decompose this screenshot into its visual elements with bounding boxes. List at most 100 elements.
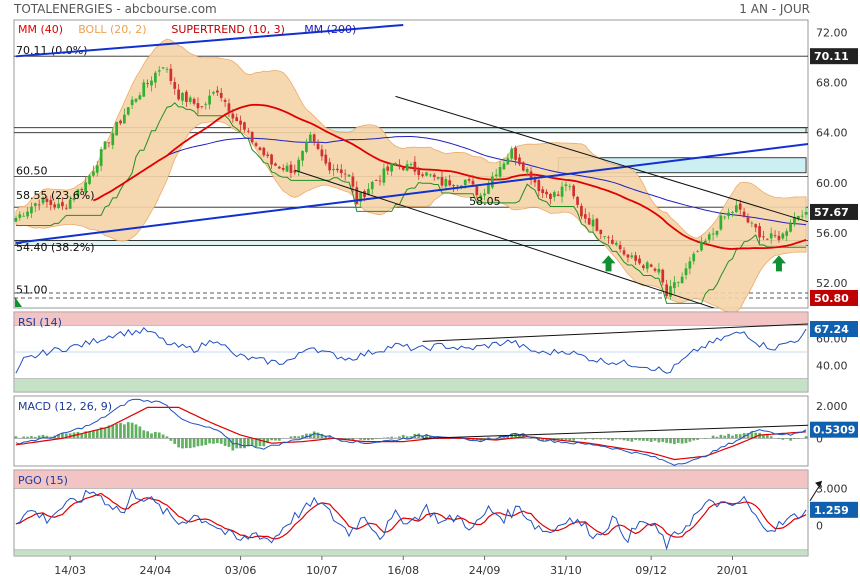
macd-hist-bar xyxy=(169,438,173,441)
candle-body xyxy=(33,203,37,206)
candle-body xyxy=(572,185,576,197)
macd-hist-bar xyxy=(119,422,122,439)
candle-body xyxy=(425,172,428,176)
candle-body xyxy=(119,120,122,124)
level-annotation: 54.40 (38.2%) xyxy=(16,241,95,254)
candle-body xyxy=(773,235,777,237)
candle-body xyxy=(281,168,285,170)
x-tick-label: 14/03 xyxy=(54,564,86,577)
candle-body xyxy=(138,95,142,100)
candle-body xyxy=(475,186,479,196)
candle-body xyxy=(456,185,459,187)
candle-body xyxy=(26,211,29,217)
candle-body xyxy=(308,134,312,142)
candle-body xyxy=(14,217,18,222)
candle-body xyxy=(568,186,572,188)
macd-badge-label: 0.5309 xyxy=(813,424,855,437)
macd-hist-bar xyxy=(568,438,572,441)
candle-body xyxy=(99,149,103,166)
macd-hist-bar xyxy=(188,438,192,449)
candle-body xyxy=(336,168,339,171)
candle-body xyxy=(378,180,382,182)
instrument-name: TOTALENERGIES xyxy=(14,2,113,16)
level-annotation: 58.05 xyxy=(469,195,501,208)
candle-body xyxy=(88,175,91,184)
macd-hist-bar xyxy=(185,438,188,449)
candle-body xyxy=(688,261,692,269)
candle-body xyxy=(370,181,374,190)
macd-hist-bar xyxy=(215,438,219,444)
candle-body xyxy=(339,169,343,174)
candle-body xyxy=(53,204,57,208)
candle-body xyxy=(123,114,126,124)
macd-hist-bar xyxy=(204,438,208,446)
candle-body xyxy=(57,203,60,209)
period-label: 1 AN - JOUR xyxy=(739,2,810,16)
macd-hist-bar xyxy=(111,424,115,439)
level-annotation: 60.50 xyxy=(16,165,48,178)
price-y-tick: 52.00 xyxy=(816,277,848,290)
macd-hist-bar xyxy=(293,436,297,439)
macd-hist-bar xyxy=(88,431,91,439)
candle-body xyxy=(510,148,514,159)
macd-hist-bar xyxy=(727,433,730,439)
macd-hist-bar xyxy=(645,438,649,441)
macd-hist-bar xyxy=(711,435,715,439)
candle-body xyxy=(192,98,196,104)
macd-hist-bar xyxy=(123,424,126,439)
macd-hist-bar xyxy=(126,422,130,439)
candle-body xyxy=(653,268,657,271)
candle-body xyxy=(243,122,246,130)
price-badge-label: 50.80 xyxy=(814,292,849,305)
candle-body xyxy=(196,103,200,109)
candle-body xyxy=(405,164,409,171)
macd-hist-bar xyxy=(181,438,184,449)
macd-hist-bar xyxy=(115,423,118,439)
pgo-y-tick: 3.000 xyxy=(816,482,848,495)
header-title: TOTALENERGIES - abcbourse.com xyxy=(14,2,217,16)
candle-body xyxy=(289,164,293,173)
price-badge-label: 70.11 xyxy=(814,50,849,63)
chart-canvas: 70.11 (0.0%)60.5058.55 (23.6%) 58.0554.40… xyxy=(13,19,858,577)
pgo-zone xyxy=(13,549,809,557)
candle-body xyxy=(130,99,134,106)
macd-hist-bar xyxy=(676,438,680,443)
candle-body xyxy=(595,218,599,231)
macd-hist-bar xyxy=(208,438,211,444)
price-y-tick: 60.00 xyxy=(816,177,848,190)
macd-hist-bar xyxy=(134,424,138,439)
candle-body xyxy=(746,217,750,223)
candle-body xyxy=(246,130,250,132)
candle-body xyxy=(804,211,808,215)
candle-body xyxy=(343,173,347,175)
candle-body xyxy=(541,189,545,194)
macd-hist-bar xyxy=(688,438,692,442)
candle-body xyxy=(150,80,153,86)
candle-body xyxy=(429,174,432,176)
candle-body xyxy=(800,215,804,217)
candle-body xyxy=(673,282,676,289)
macd-hist-bar xyxy=(142,430,146,439)
candle-body xyxy=(177,89,180,100)
candle-body xyxy=(777,235,781,240)
macd-hist-bar xyxy=(661,438,665,442)
pgo-title: PGO (15) xyxy=(18,474,68,487)
candle-body xyxy=(126,107,130,115)
macd-hist-bar xyxy=(239,438,242,449)
macd-hist-bar xyxy=(669,438,672,444)
candle-body xyxy=(742,211,746,218)
macd-hist-bar xyxy=(277,438,281,441)
macd-hist-bar xyxy=(30,436,33,439)
macd-hist-bar xyxy=(146,431,149,439)
candle-body xyxy=(320,149,324,157)
source-name: abcbourse.com xyxy=(124,2,217,16)
candle-body xyxy=(521,162,525,171)
macd-hist-bar xyxy=(312,431,316,439)
macd-hist-bar xyxy=(680,438,684,444)
candle-body xyxy=(583,214,587,219)
macd-hist-bar xyxy=(731,435,734,439)
candle-body xyxy=(731,212,734,213)
candle-body xyxy=(723,216,727,218)
macd-hist-bar xyxy=(765,435,769,439)
macd-hist-bar xyxy=(297,436,301,439)
